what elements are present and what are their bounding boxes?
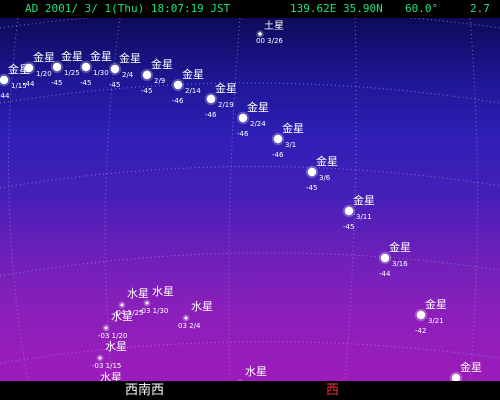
venus-name-label: 金星 [389,240,411,254]
venus-mag-label: -45 [80,79,91,87]
field-of-view-readout: 60.0° [405,2,439,15]
mercury-marker [120,303,124,307]
venus-date-label: 1/30 [93,69,109,77]
venus-date-label: 2/4 [122,71,134,79]
venus-name-label: 金星 [61,49,83,63]
venus-date-label: 2/14 [185,87,201,95]
mercury-mag-date-label: 03 2/4 [178,322,201,330]
venus-date-label: 2/9 [154,77,165,85]
mercury-mag-date-label: -03 1/20 [98,332,127,340]
mercury-marker [98,356,102,360]
grid-line [0,252,500,277]
venus-name-label: 金星 [182,67,204,81]
venus-mag-label: -44 [0,92,10,100]
venus-name-label: 金星 [316,154,338,168]
sky-view[interactable]: 土星00 3/26金星1/15-44金星1/20-44金星1/25-45金星1/… [0,18,500,381]
datetime-readout: AD 2001/ 3/ 1(Thu) 18:07:19 JST [25,2,231,15]
grid-line [0,341,500,364]
venus-marker [380,253,390,263]
venus-mag-label: -45 [141,87,152,95]
venus-mag-label: -44 [379,270,391,278]
venus-date-label: 3/16 [392,260,408,268]
venus-name-label: 金星 [353,193,375,207]
venus-name-label: 金星 [460,360,482,374]
venus-marker [416,310,426,320]
horizon-direction-bar: 西南西 西 [0,381,500,400]
venus-mag-label: -45 [51,79,62,87]
venus-date-label: 2/24 [250,120,266,128]
venus-name-label: 金星 [425,297,447,311]
grid-line [0,165,500,189]
venus-mag-label: -45 [343,223,354,231]
grid-line [228,18,241,381]
direction-label-west-southwest: 西南西 [125,383,165,398]
venus-mag-label: -45 [306,184,317,192]
venus-mag-label: -46 [272,151,284,159]
venus-name-label: 金星 [33,50,55,64]
venus-marker [110,64,120,74]
venus-date-label: 2/19 [218,101,234,109]
venus-date-label: 3/6 [319,174,331,182]
venus-marker [81,62,91,72]
venus-date-label: 1/25 [64,69,80,77]
grid-line [0,18,500,29]
venus-marker [24,63,34,73]
saturn-name-label: 土星 [264,19,284,32]
grid-line [469,18,478,381]
mercury-mag-date-label: -03 1/30 [139,307,168,315]
venus-mag-label: -45 [109,81,120,89]
mercury-name-label: 水星 [105,340,127,353]
mercury-marker [184,316,188,320]
venus-name-label: 金星 [119,51,141,65]
star-chart-window: 96 AD 2001/ 3/ 1(Thu) 18:07:19 JST 139.6… [0,0,500,400]
venus-date-label: 1/20 [36,70,52,78]
grid-line [0,82,500,104]
mercury-name-label: 水星 [245,365,267,378]
venus-marker [238,113,248,123]
limiting-magnitude-readout: 2.7 [470,2,490,15]
venus-marker [273,134,283,144]
venus-name-label: 金星 [247,100,269,114]
sky-canvas[interactable]: 土星00 3/26金星1/15-44金星1/20-44金星1/25-45金星1/… [0,18,500,381]
mercury-mag-date-label: -03 1/15 [92,362,121,370]
venus-mag-label: -42 [415,327,426,335]
mercury-marker [104,326,108,330]
mercury-marker [145,301,149,305]
venus-marker [307,167,317,177]
venus-name-label: 金星 [151,57,173,71]
venus-date-label: 3/11 [356,213,372,221]
venus-name-label: 金星 [90,49,112,63]
saturn-mag-date-label: 00 3/26 [256,37,283,45]
venus-marker [52,62,62,72]
direction-label-west: 西 [326,383,340,398]
venus-date-label: 3/21 [428,317,444,325]
mercury-name-label: 水星 [191,300,213,313]
mercury-name-label: 水星 [100,371,122,381]
status-bar: 96 AD 2001/ 3/ 1(Thu) 18:07:19 JST 139.6… [0,0,500,34]
location-readout: 139.62E 35.90N [290,2,383,15]
mercury-name-label: 水星 [127,287,149,300]
venus-marker [344,206,354,216]
venus-mag-label: -46 [172,97,184,105]
mercury-name-label: 水星 [152,285,174,298]
venus-marker [0,75,9,85]
saturn-marker [258,32,262,36]
venus-mag-label: -44 [23,80,35,88]
venus-mag-label: -46 [205,111,217,119]
venus-marker [142,70,152,80]
venus-marker [173,80,183,90]
venus-name-label: 金星 [282,121,304,135]
venus-mag-label: -46 [237,130,249,138]
venus-date-label: 3/1 [285,141,296,149]
venus-name-label: 金星 [215,81,237,95]
venus-marker [206,94,216,104]
